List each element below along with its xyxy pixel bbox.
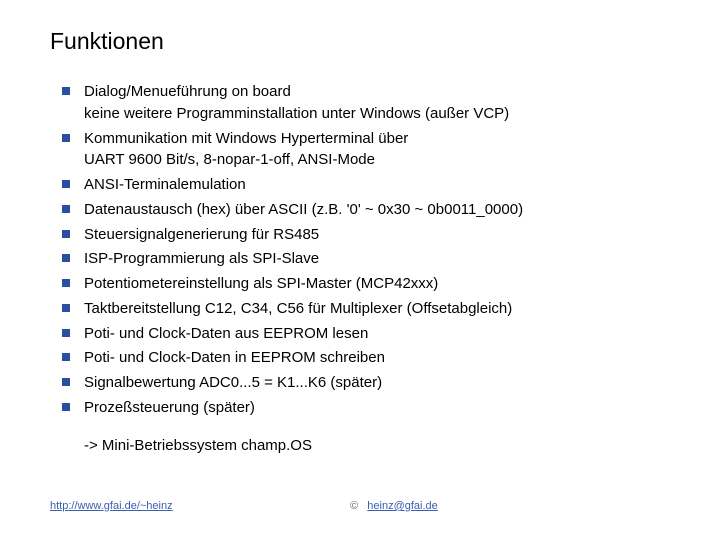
list-item: Kommunikation mit Windows Hyperterminal … (84, 128, 670, 172)
summary-line: -> Mini-Betriebssystem champ.OS (84, 435, 670, 457)
copyright-symbol: © (350, 500, 358, 512)
slide: Funktionen Dialog/Menueführung on boardk… (0, 0, 720, 540)
list-item: Potentiometereinstellung als SPI-Master … (84, 273, 670, 295)
list-item: ANSI-Terminalemulation (84, 174, 670, 196)
list-item: Steuersignalgenerierung für RS485 (84, 224, 670, 246)
list-item: Dialog/Menueführung on boardkeine weiter… (84, 81, 670, 125)
footer-email[interactable]: heinz@gfai.de (367, 500, 438, 512)
slide-title: Funktionen (50, 28, 670, 55)
bullet-list: Dialog/Menueführung on boardkeine weiter… (50, 81, 670, 419)
footer-link[interactable]: http://www.gfai.de/~heinz (50, 500, 173, 512)
list-item: Taktbereitstellung C12, C34, C56 für Mul… (84, 298, 670, 320)
list-item: Poti- und Clock-Daten aus EEPROM lesen (84, 323, 670, 345)
list-item: Poti- und Clock-Daten in EEPROM schreibe… (84, 347, 670, 369)
list-item: Datenaustausch (hex) über ASCII (z.B. '0… (84, 199, 670, 221)
list-item: Signalbewertung ADC0...5 = K1...K6 (spät… (84, 372, 670, 394)
list-item: ISP-Programmierung als SPI-Slave (84, 248, 670, 270)
list-item: Prozeßsteuerung (später) (84, 397, 670, 419)
